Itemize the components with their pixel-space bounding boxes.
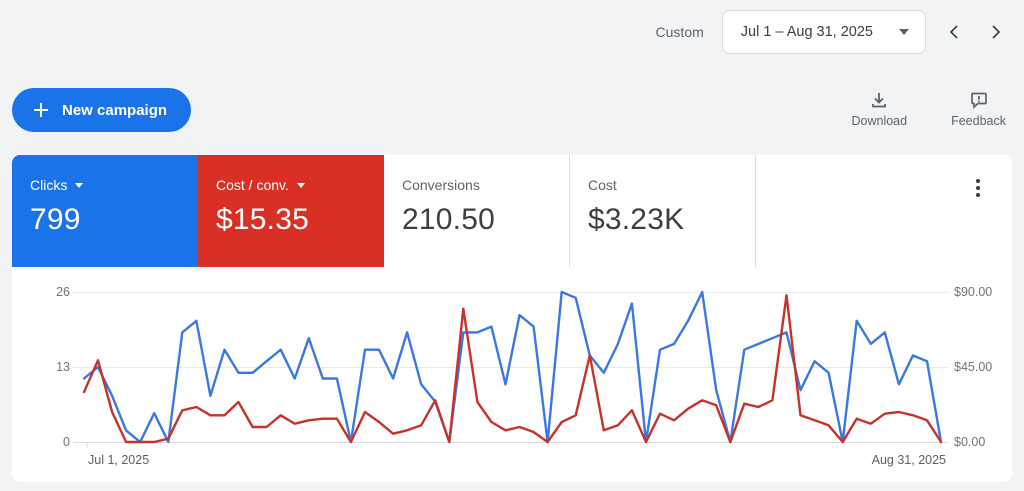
y-left-tick-13: 13 xyxy=(56,360,70,374)
x-tick-end: Aug 31, 2025 xyxy=(871,453,946,467)
action-row: New campaign Download Feedback xyxy=(12,88,1006,136)
scorecard-cost-label: Cost xyxy=(588,177,617,193)
header-bar: Custom Jul 1 – Aug 31, 2025 xyxy=(0,0,1024,64)
date-range-text: Jul 1 – Aug 31, 2025 xyxy=(740,24,873,40)
new-campaign-button[interactable]: New campaign xyxy=(12,88,192,132)
feedback-label: Feedback xyxy=(951,114,1006,128)
scorecard-cost-value: $3.23K xyxy=(588,203,685,236)
panel-actions: Download Feedback xyxy=(851,90,1006,128)
next-period-button[interactable] xyxy=(982,18,1010,46)
kebab-icon xyxy=(976,179,980,183)
chevron-down-icon[interactable] xyxy=(75,182,84,188)
previous-period-button[interactable] xyxy=(940,18,968,46)
date-range-picker[interactable]: Jul 1 – Aug 31, 2025 xyxy=(721,10,926,54)
chevron-down-icon xyxy=(899,29,909,35)
date-preset-label: Custom xyxy=(655,24,704,40)
scorecard-clicks[interactable]: Clicks 799 xyxy=(12,155,198,267)
download-label: Download xyxy=(851,114,908,128)
download-button[interactable]: Download xyxy=(851,90,908,128)
chevron-right-icon xyxy=(992,25,1001,39)
scorecard-conversions-value: 210.50 xyxy=(402,203,495,236)
plus-icon xyxy=(34,103,48,117)
chart-plot[interactable] xyxy=(12,267,1012,482)
y-right-tick-45: $45.00 xyxy=(954,360,993,374)
scorecard-cost-per-conv-value: $15.35 xyxy=(216,203,309,236)
scorecards-row: Clicks 799 Cost / conv. $15.35 Conversio… xyxy=(12,155,1012,267)
chevron-left-icon xyxy=(949,25,958,39)
scorecard-clicks-value: 799 xyxy=(30,203,81,236)
feedback-icon xyxy=(970,92,987,109)
series-line-cost-conv-[interactable] xyxy=(82,294,943,444)
scorecard-conversions[interactable]: Conversions 210.50 xyxy=(384,155,570,267)
y-right-tick-90: $90.00 xyxy=(954,285,993,299)
y-right-tick-0: $0.00 xyxy=(954,435,986,449)
download-icon xyxy=(872,93,887,108)
chevron-down-icon[interactable] xyxy=(296,182,305,188)
scorecard-cost[interactable]: Cost $3.23K xyxy=(570,155,756,267)
overview-panel: Clicks 799 Cost / conv. $15.35 Conversio… xyxy=(12,155,1012,482)
scorecard-cost-per-conv-label: Cost / conv. xyxy=(216,177,289,193)
y-left-tick-26: 26 xyxy=(56,285,70,299)
chart-options-menu-button[interactable] xyxy=(970,177,986,205)
scorecard-conversions-label: Conversions xyxy=(402,177,480,193)
x-tick-start: Jul 1, 2025 xyxy=(88,453,150,467)
scorecard-clicks-label: Clicks xyxy=(30,177,68,193)
timeseries-chart[interactable]: 26 13 0 $90.00 $45.00 $0.00 Jul 1, 2025 … xyxy=(12,267,1012,482)
scorecard-cost-per-conv[interactable]: Cost / conv. $15.35 xyxy=(198,155,384,267)
new-campaign-label: New campaign xyxy=(62,101,168,119)
y-left-tick-0: 0 xyxy=(63,435,70,449)
feedback-button[interactable]: Feedback xyxy=(951,90,1006,128)
